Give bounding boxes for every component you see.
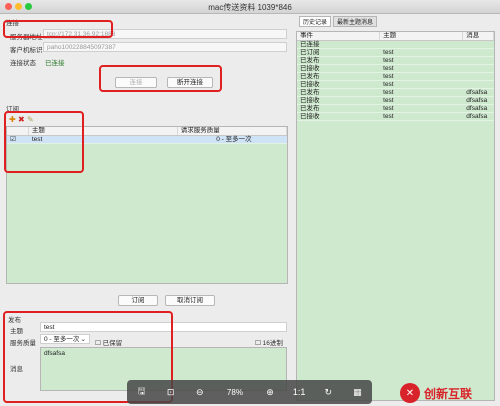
history-message bbox=[463, 81, 494, 88]
column-qos: 请求服务质量 bbox=[178, 127, 287, 135]
history-message bbox=[463, 41, 494, 48]
grid-icon[interactable]: ▦ bbox=[348, 383, 366, 401]
hex-label: 16进制 bbox=[262, 340, 283, 347]
history-message bbox=[463, 57, 494, 64]
watermark: ✕ 创新互联 bbox=[400, 382, 496, 404]
history-tabs: 历史记录 最新主题消息 bbox=[299, 16, 378, 27]
history-message: dfsafsa bbox=[466, 89, 488, 96]
history-event: 已订阅 bbox=[300, 49, 320, 56]
status-value: 已连接 bbox=[45, 60, 65, 67]
left-panel: 连接 服务器地址 tcp://172.31.36.92:1883 客户机标识 p… bbox=[3, 15, 291, 403]
history-topic: test bbox=[383, 105, 394, 112]
history-row[interactable]: 已发布 test bbox=[297, 57, 494, 65]
history-row[interactable]: 已接收 test dfsafsa bbox=[297, 113, 494, 121]
tab-history[interactable]: 历史记录 bbox=[299, 16, 332, 27]
app-window: mac传送资料 1039*846 连接 服务器地址 tcp://172.31.3… bbox=[0, 0, 500, 406]
history-message bbox=[463, 65, 494, 72]
history-event: 已发布 bbox=[300, 89, 320, 96]
history-event: 已发布 bbox=[300, 105, 320, 112]
column-event: 事件 bbox=[297, 32, 381, 40]
history-row[interactable]: 已订阅 test bbox=[297, 49, 494, 57]
history-event: 已发布 bbox=[300, 73, 320, 80]
title-bar: mac传送资料 1039*846 bbox=[0, 0, 500, 14]
history-topic bbox=[380, 41, 463, 48]
highlight-connect-buttons bbox=[99, 65, 222, 92]
hex-checkbox[interactable]: ☐ 16进制 bbox=[255, 337, 283, 347]
zoom-out-icon[interactable]: ⊖ bbox=[191, 383, 209, 401]
history-message: dfsafsa bbox=[466, 113, 488, 120]
history-row[interactable]: 已发布 test dfsafsa bbox=[297, 105, 494, 113]
history-event: 已接收 bbox=[300, 113, 320, 120]
zoom-level: 78% bbox=[226, 387, 243, 397]
unsubscribe-button[interactable]: 取消订阅 bbox=[165, 295, 215, 306]
highlight-server bbox=[3, 20, 113, 38]
history-topic: test bbox=[383, 65, 394, 72]
history-row[interactable]: 已接收 test dfsafsa bbox=[297, 97, 494, 105]
history-topic: test bbox=[383, 89, 394, 96]
client-id-field[interactable]: paho100228845097387 bbox=[43, 42, 287, 52]
highlight-subscribe-row bbox=[4, 111, 84, 173]
history-topic: test bbox=[383, 57, 394, 64]
history-message: dfsafsa bbox=[466, 97, 488, 104]
history-topic: test bbox=[383, 113, 394, 120]
history-message: dfsafsa bbox=[466, 105, 488, 112]
history-message bbox=[463, 49, 494, 56]
zoom-in-icon[interactable]: ⊕ bbox=[261, 383, 279, 401]
history-event: 已接收 bbox=[300, 81, 320, 88]
tab-latest-messages[interactable]: 最新主题消息 bbox=[333, 16, 378, 27]
watermark-text: 创新互联 bbox=[424, 386, 473, 401]
history-row[interactable]: 已发布 test bbox=[297, 73, 494, 81]
column-message: 消息 bbox=[463, 32, 494, 40]
column-topic: 主题 bbox=[380, 32, 464, 40]
history-row[interactable]: 已连接 bbox=[297, 41, 494, 49]
history-row[interactable]: 已接收 test bbox=[297, 81, 494, 89]
viewer-toolbar: 🖫 ⊡ ⊖ 78% ⊕ 1:1 ↻ ▦ bbox=[127, 380, 372, 404]
bookmark-icon[interactable]: ⊡ bbox=[162, 383, 180, 401]
actual-size-icon[interactable]: 1:1 bbox=[290, 383, 308, 401]
subscription-qos: 0 - 至多一次 bbox=[216, 136, 252, 143]
history-table: 事件 主题 消息 已连接 已订阅 test 已发布 test 已接收 test 已发布 test… bbox=[296, 31, 495, 401]
status-label: 连接状态 bbox=[10, 60, 36, 67]
save-icon[interactable]: 🖫 bbox=[133, 383, 151, 401]
client-id-label: 客户机标识 bbox=[10, 47, 43, 54]
history-topic: test bbox=[383, 73, 394, 80]
history-topic: test bbox=[383, 81, 394, 88]
watermark-logo-icon: ✕ bbox=[400, 383, 420, 403]
window-title: mac传送资料 1039*846 bbox=[208, 3, 292, 12]
history-topic: test bbox=[383, 49, 394, 56]
history-event: 已连接 bbox=[300, 41, 320, 48]
history-topic: test bbox=[383, 97, 394, 104]
history-event: 已接收 bbox=[300, 97, 320, 104]
history-event: 已发布 bbox=[300, 57, 320, 64]
history-row[interactable]: 已发布 test dfsafsa bbox=[297, 89, 494, 97]
subscribe-button[interactable]: 订阅 bbox=[118, 295, 158, 306]
history-row[interactable]: 已接收 test bbox=[297, 65, 494, 73]
right-panel: 历史记录 最新主题消息 事件 主题 消息 已连接 已订阅 test 已发布 test 已接… bbox=[293, 15, 498, 403]
history-event: 已接收 bbox=[300, 65, 320, 72]
history-message bbox=[463, 73, 494, 80]
rotate-icon[interactable]: ↻ bbox=[319, 383, 337, 401]
